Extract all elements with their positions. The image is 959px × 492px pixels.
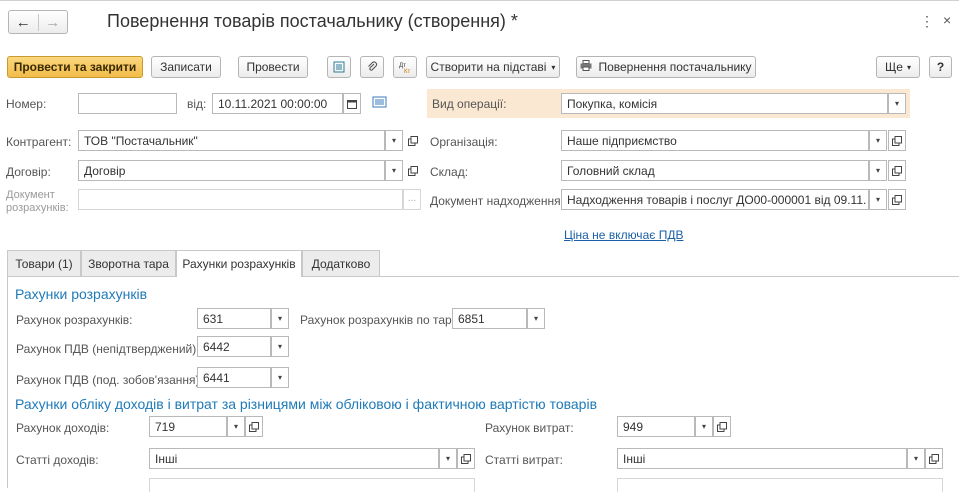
tab-returnable-packaging[interactable]: Зворотна тара [81,250,176,276]
settlement-doc-input[interactable] [78,189,403,210]
print-return-button[interactable]: Повернення постачальнику [576,56,756,78]
vat-mode-link[interactable]: Ціна не включає ПДВ [564,228,683,242]
warehouse-label: Склад: [430,165,469,179]
receipt-doc-label: Документ надходження: [430,194,564,208]
section-income-expense-title: Рахунки обліку доходів і витрат за різни… [15,396,598,412]
chevron-down-icon[interactable]: ▾ [695,416,713,437]
income-items-input[interactable]: Інші [149,448,439,469]
chevron-down-icon: ▾ [551,62,556,72]
expense-account-label: Рахунок витрат: [485,421,574,435]
income-items-label: Статті доходів: [16,453,99,467]
chevron-down-icon[interactable]: ▾ [227,416,245,437]
create-based-on-button[interactable]: Створити на підставі ▾ [426,56,560,78]
chevron-down-icon[interactable]: ▾ [271,336,289,357]
vat-unconfirmed-label: Рахунок ПДВ (непідтверджений): [16,342,200,356]
nav-buttons: ← → [8,10,68,34]
open-icon[interactable] [404,130,422,151]
open-icon[interactable] [888,130,906,151]
tab-additional[interactable]: Додатково [302,250,380,276]
organization-input[interactable]: Наше підприємство [561,130,869,151]
chevron-down-icon[interactable]: ▾ [907,448,925,469]
top-border [0,0,959,1]
chevron-down-icon: ▾ [906,62,911,72]
tare-account-label: Рахунок розрахунків по тарі: [300,313,458,327]
chevron-down-icon[interactable]: ▾ [385,160,403,181]
open-icon[interactable] [888,189,906,210]
income-account-input[interactable]: 719 [149,416,227,437]
contractor-label: Контрагент: [6,135,72,149]
chevron-down-icon[interactable]: ▾ [385,130,403,151]
date-input[interactable]: 10.11.2021 00:00:00 [212,93,343,114]
open-icon[interactable] [404,160,422,181]
dt-kt-icon[interactable]: Дт Кт [393,56,417,78]
expense-account-input[interactable]: 949 [617,416,695,437]
organization-label: Організація: [430,135,498,149]
settlement-doc-label: Документ розрахунків: [6,189,69,214]
open-icon[interactable] [245,416,263,437]
operation-label: Вид операції: [432,97,507,111]
chevron-down-icon[interactable]: ▾ [527,308,545,329]
expense-items-input[interactable]: Інші [617,448,907,469]
save-button[interactable]: Записати [151,56,221,78]
chevron-down-icon[interactable]: ▾ [271,367,289,388]
vat-unconfirmed-input[interactable]: 6442 [197,336,271,357]
chevron-down-icon[interactable]: ▾ [869,130,887,151]
vat-tax-label: Рахунок ПДВ (под. зобов'язання): [16,373,203,387]
list-icon[interactable] [372,96,387,108]
section-settlement-accounts-title: Рахунки розрахунків [15,286,148,302]
open-icon[interactable] [713,416,731,437]
tare-account-input[interactable]: 6851 [452,308,527,329]
chevron-down-icon[interactable]: ▾ [271,308,289,329]
more-menu-icon[interactable]: ⋮ [920,13,934,30]
warehouse-input[interactable]: Головний склад [561,160,869,181]
help-button[interactable]: ? [929,56,952,78]
close-icon[interactable]: × [943,12,951,28]
contract-input[interactable]: Договір [78,160,385,181]
tab-settlement-accounts[interactable]: Рахунки розрахунків [176,250,302,277]
svg-text:Кт: Кт [404,69,410,74]
open-icon[interactable] [457,448,475,469]
printer-icon [580,60,592,74]
settlement-account-input[interactable]: 631 [197,308,271,329]
chevron-down-icon[interactable]: ▾ [888,93,906,114]
contractor-input[interactable]: ТОВ "Постачальник" [78,130,385,151]
select-icon[interactable]: ... [403,189,421,210]
income-items-extra-input[interactable] [149,478,475,492]
income-account-label: Рахунок доходів: [16,421,110,435]
tab-goods[interactable]: Товари (1) [7,250,81,276]
open-icon[interactable] [888,160,906,181]
create-based-on-label: Створити на підставі [430,60,547,74]
operation-select[interactable]: Покупка, комісія [561,93,888,114]
number-label: Номер: [6,97,47,111]
number-input[interactable] [78,93,177,114]
post-button[interactable]: Провести [238,56,308,78]
movements-icon[interactable] [327,56,351,78]
print-return-label: Повернення постачальнику [598,60,752,74]
vat-tax-input[interactable]: 6441 [197,367,271,388]
receipt-doc-input[interactable]: Надходження товарів і послуг ДО00-000001… [561,189,869,210]
more-label: Ще [885,60,903,74]
contract-label: Договір: [6,165,51,179]
more-button[interactable]: Ще ▾ [876,56,920,78]
back-icon[interactable]: ← [9,13,39,31]
attachment-icon[interactable] [360,56,384,78]
date-label: від: [187,97,207,111]
chevron-down-icon[interactable]: ▾ [439,448,457,469]
chevron-down-icon[interactable]: ▾ [869,189,887,210]
post-and-close-button[interactable]: Провести та закрити [7,56,143,78]
settlement-account-label: Рахунок розрахунків: [16,313,133,327]
page-title: Повернення товарів постачальнику (створе… [107,11,518,31]
open-icon[interactable] [925,448,943,469]
expense-items-label: Статті витрат: [485,453,563,467]
expense-items-extra-input[interactable] [617,478,943,492]
calendar-icon[interactable] [343,93,361,114]
chevron-down-icon[interactable]: ▾ [869,160,887,181]
forward-icon[interactable]: → [39,14,68,31]
